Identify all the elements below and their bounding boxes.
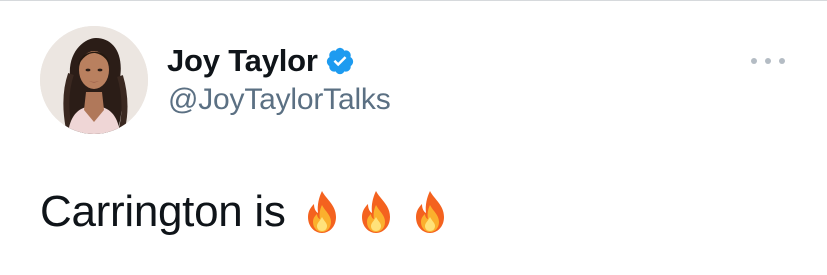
profile-photo	[40, 26, 148, 134]
display-name[interactable]: Joy Taylor	[167, 43, 318, 79]
fire-emoji-icon	[302, 189, 342, 235]
tweet-text-content: Carrington is	[40, 187, 286, 236]
ellipsis-dot	[779, 58, 785, 64]
fire-emoji-icon	[410, 189, 450, 235]
author-row: Joy Taylor	[167, 39, 355, 83]
ellipsis-dot	[751, 58, 757, 64]
tweet-text: Carrington is	[40, 187, 464, 237]
more-options-ellipsis-icon[interactable]	[751, 51, 785, 71]
verified-badge-icon	[325, 46, 355, 76]
author-handle[interactable]: @JoyTaylorTalks	[168, 83, 391, 117]
tweet-card: Joy Taylor @JoyTaylorTalks Carrington is	[0, 0, 827, 275]
avatar[interactable]	[40, 26, 148, 134]
ellipsis-dot	[765, 58, 771, 64]
emoji-group	[302, 189, 464, 235]
fire-emoji-icon	[356, 189, 396, 235]
